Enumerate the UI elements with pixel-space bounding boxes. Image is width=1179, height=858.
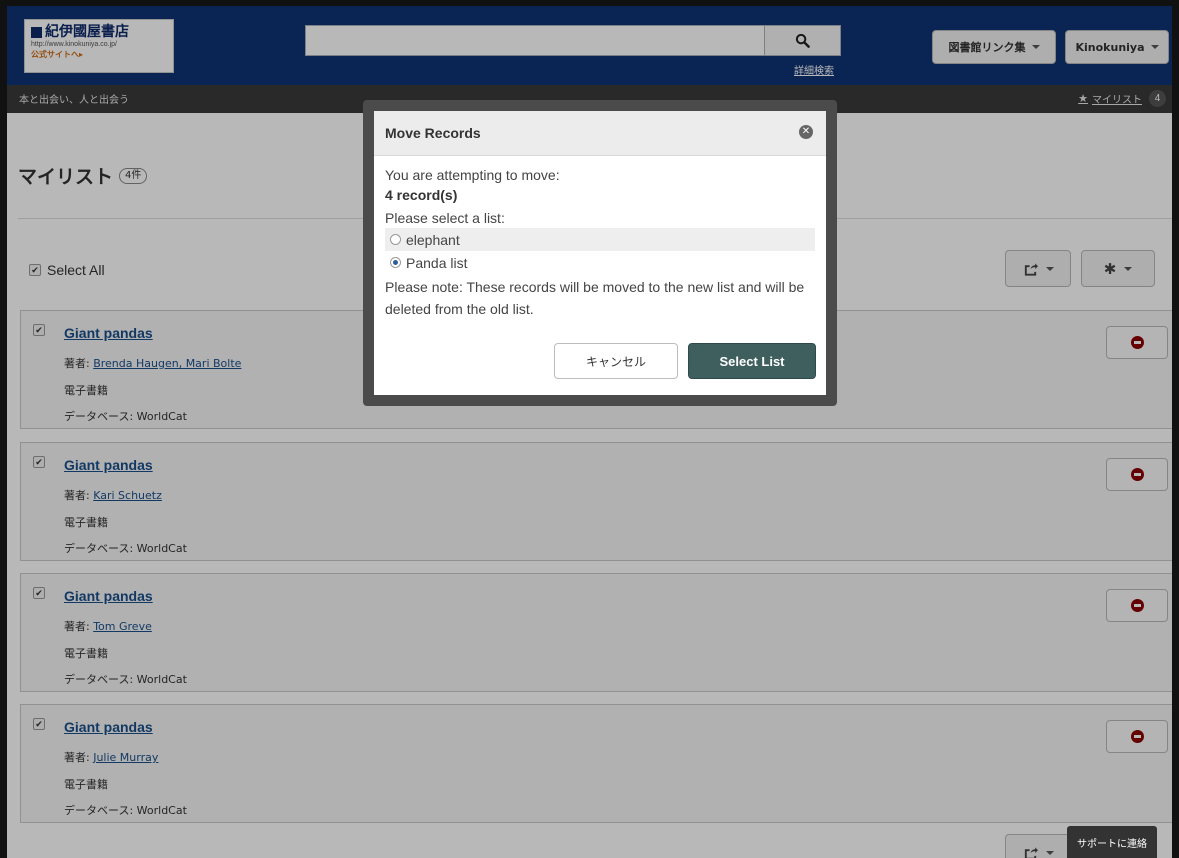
- select-prompt: Please select a list:: [385, 210, 505, 226]
- support-contact-button[interactable]: サポートに連絡: [1067, 826, 1157, 858]
- list-option-panda[interactable]: Panda list: [385, 251, 815, 274]
- list-option-label: elephant: [406, 231, 460, 248]
- move-note: Please note: These records will be moved…: [385, 279, 805, 317]
- modal-header: Move Records ✕: [374, 111, 826, 156]
- app-frame: 紀伊國屋書店 http://www.kinokuniya.co.jp/ 公式サイ…: [0, 0, 1179, 858]
- close-icon[interactable]: ✕: [799, 125, 813, 139]
- radio-button[interactable]: [390, 234, 401, 245]
- modal-body: You are attempting to move: 4 record(s) …: [374, 156, 826, 320]
- list-option-label: Panda list: [406, 254, 468, 271]
- cancel-button[interactable]: キャンセル: [554, 343, 678, 379]
- modal-actions: キャンセル Select List: [554, 343, 816, 379]
- move-records-modal: Move Records ✕ You are attempting to mov…: [363, 100, 837, 406]
- record-count: 4 record(s): [385, 187, 458, 203]
- move-intro: You are attempting to move:: [385, 167, 560, 183]
- radio-button-selected[interactable]: [390, 257, 401, 268]
- modal-title: Move Records: [385, 125, 481, 141]
- select-list-button[interactable]: Select List: [688, 343, 816, 379]
- list-option-elephant[interactable]: elephant: [385, 228, 815, 251]
- modal-content: Move Records ✕ You are attempting to mov…: [374, 111, 826, 395]
